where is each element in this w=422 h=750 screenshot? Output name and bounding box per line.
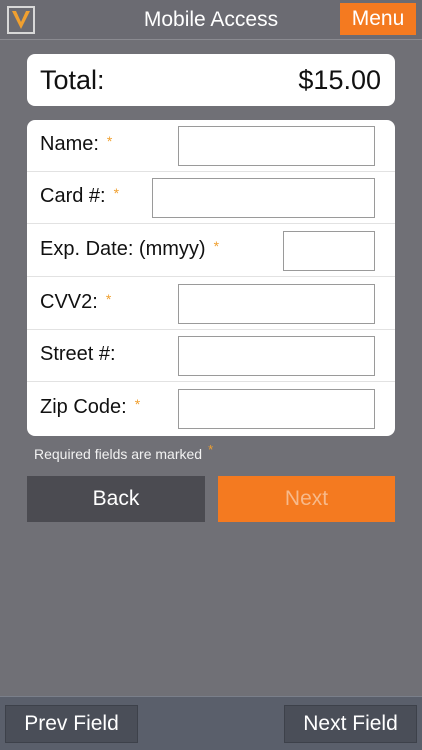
form-row-cvv: CVV2: * bbox=[27, 278, 395, 330]
zip-code-field[interactable] bbox=[178, 389, 375, 429]
exp-date-field[interactable] bbox=[283, 231, 375, 271]
header-bar: Mobile Access Menu bbox=[0, 0, 422, 40]
card-number-label: Card #: * bbox=[40, 185, 120, 207]
name-label: Name: * bbox=[40, 133, 113, 155]
cvv2-label: CVV2: * bbox=[40, 291, 112, 313]
required-star: * bbox=[105, 291, 112, 307]
required-star: * bbox=[134, 396, 141, 412]
form-row-street: Street #: bbox=[27, 330, 395, 382]
total-label: Total: bbox=[40, 64, 105, 95]
form-row-name: Name: * bbox=[27, 120, 395, 172]
form-row-zip: Zip Code: * bbox=[27, 383, 395, 435]
total-card: Total: $15.00 bbox=[27, 54, 395, 106]
keyboard-toolbar: Prev Field Next Field bbox=[0, 696, 422, 750]
required-star: * bbox=[106, 133, 113, 149]
next-button[interactable]: Next bbox=[218, 476, 395, 522]
form-row-card: Card #: * bbox=[27, 172, 395, 224]
name-field[interactable] bbox=[178, 126, 375, 166]
total-amount: $15.00 bbox=[298, 64, 381, 95]
menu-button[interactable]: Menu bbox=[340, 3, 416, 35]
street-number-label: Street #: bbox=[40, 343, 116, 365]
next-field-button[interactable]: Next Field bbox=[284, 705, 417, 743]
prev-field-button[interactable]: Prev Field bbox=[5, 705, 138, 743]
zip-code-label: Zip Code: * bbox=[40, 396, 141, 418]
required-star: * bbox=[113, 185, 120, 201]
required-star: * bbox=[213, 238, 220, 254]
back-button[interactable]: Back bbox=[27, 476, 205, 522]
cvv2-field[interactable] bbox=[178, 284, 375, 324]
required-note: Required fields are marked * bbox=[34, 442, 214, 462]
card-number-field[interactable] bbox=[152, 178, 375, 218]
required-star: * bbox=[208, 442, 214, 457]
street-number-field[interactable] bbox=[178, 336, 375, 376]
exp-date-label: Exp. Date: (mmyy) * bbox=[40, 238, 220, 260]
payment-form: Name: * Card #: * Exp. Date: (mmyy) * CVV2:… bbox=[27, 120, 395, 436]
form-row-exp: Exp. Date: (mmyy) * bbox=[27, 225, 395, 277]
